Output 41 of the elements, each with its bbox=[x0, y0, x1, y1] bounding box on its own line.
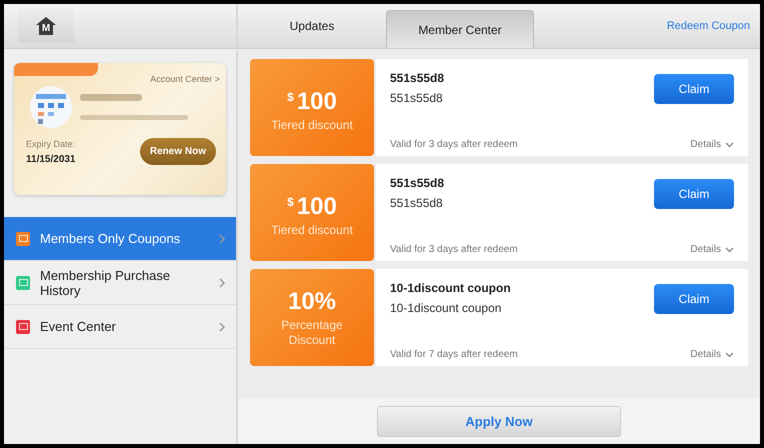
apply-now-button[interactable]: Apply Now bbox=[377, 406, 621, 436]
details-link[interactable]: Details bbox=[690, 244, 734, 255]
tab[interactable]: Updates bbox=[238, 4, 386, 48]
sidebar-item[interactable]: Members Only Coupons bbox=[4, 217, 236, 261]
chevron-icon bbox=[218, 322, 226, 332]
discount-type: Tiered discount bbox=[270, 222, 354, 238]
coupon-title: 551s55d8 bbox=[390, 176, 444, 190]
discount-amount: $^{$}$100 bbox=[287, 192, 337, 220]
discount-type: Percentage Discount bbox=[280, 318, 344, 348]
validity-text: Valid for 3 days after redeem bbox=[390, 139, 518, 150]
discount-amount: 10% bbox=[288, 288, 336, 316]
coupon-title: 551s55d8 bbox=[390, 71, 444, 85]
sidebar-item[interactable]: Membership Purchase History bbox=[4, 261, 236, 305]
claim-button[interactable]: Claim bbox=[654, 284, 734, 314]
renew-now-button[interactable]: Renew Now bbox=[140, 138, 216, 165]
discount-type: Tiered discount bbox=[270, 118, 354, 132]
coupon-subtitle: 551s55d8 bbox=[390, 196, 444, 210]
claim-button[interactable]: Claim bbox=[654, 74, 734, 104]
account-center-link[interactable]: Account Center > bbox=[150, 74, 220, 84]
coupon-subtitle: 551s55d8 bbox=[390, 91, 444, 105]
coupon-title: 10-1discount coupon bbox=[390, 281, 511, 295]
redeem-coupon-link[interactable]: Redeem Coupon bbox=[666, 20, 750, 32]
claim-button[interactable]: Claim bbox=[654, 179, 734, 209]
expiry-date: 11/15/2031 bbox=[26, 154, 76, 165]
chevron-down-icon bbox=[725, 352, 734, 358]
tab[interactable]: Member Center bbox=[386, 10, 534, 48]
expiry-label: Expiry Date: bbox=[26, 139, 76, 149]
validity-text: Valid for 3 days after redeem bbox=[390, 244, 518, 255]
redacted-name bbox=[80, 94, 142, 101]
chevron-down-icon bbox=[725, 142, 734, 148]
house-icon: M bbox=[35, 16, 57, 36]
chevron-icon bbox=[218, 234, 226, 244]
chevron-icon bbox=[218, 278, 226, 288]
sidebar-item[interactable]: Event Center bbox=[4, 305, 236, 349]
details-link[interactable]: Details bbox=[690, 349, 734, 360]
coupon-subtitle: 10-1discount coupon bbox=[390, 301, 502, 315]
home-button[interactable]: M bbox=[18, 9, 74, 43]
discount-amount: $^{$}$100 bbox=[287, 86, 337, 116]
validity-text: Valid for 7 days after redeem bbox=[390, 349, 518, 360]
chevron-down-icon bbox=[725, 246, 734, 252]
details-link[interactable]: Details bbox=[690, 139, 734, 150]
